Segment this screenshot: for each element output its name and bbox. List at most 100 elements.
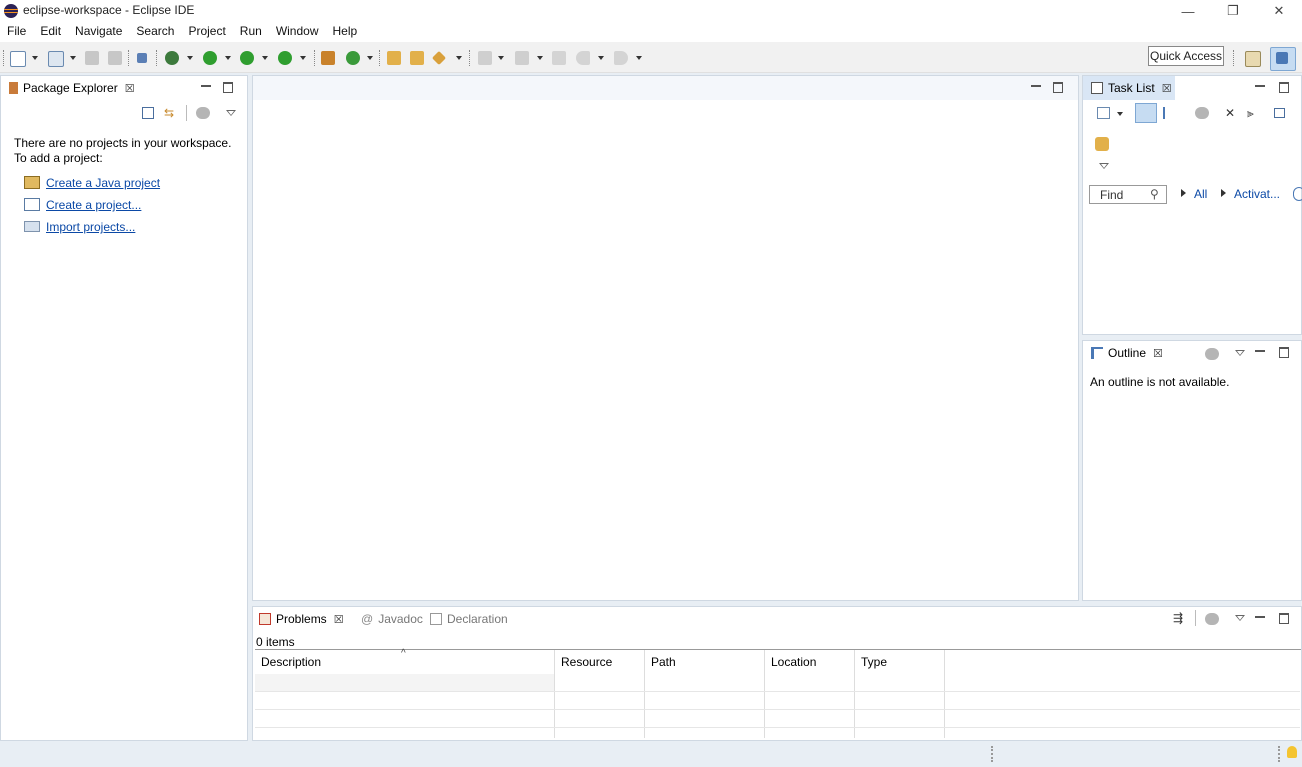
scroll-lock-icon[interactable]: ⇶ (1173, 612, 1187, 624)
column-header-type[interactable]: Type (861, 655, 887, 669)
menu-navigate[interactable]: Navigate (68, 22, 129, 42)
forward-dropdown-icon[interactable] (636, 56, 642, 60)
search-icon[interactable] (431, 50, 447, 66)
new-class-dropdown-icon[interactable] (367, 56, 373, 60)
maximize-view-icon[interactable] (223, 82, 233, 93)
collapse-all-icon[interactable] (142, 107, 154, 119)
expand-icon[interactable] (1099, 163, 1109, 169)
restore-button[interactable]: ❐ (1210, 0, 1256, 22)
focus-on-workweek-icon[interactable] (1195, 107, 1209, 119)
tab-problems[interactable]: Problems ☒ (253, 607, 353, 631)
tab-package-explorer[interactable]: Package Explorer ☒ (1, 76, 139, 100)
new-class-icon[interactable] (346, 51, 360, 65)
previous-annotation-dropdown-icon[interactable] (537, 56, 543, 60)
coverage-dropdown-icon[interactable] (262, 56, 268, 60)
table-row[interactable] (255, 674, 554, 691)
save-icon[interactable] (85, 51, 99, 65)
last-edit-location-icon[interactable] (552, 51, 566, 65)
tab-declaration[interactable]: Declaration (427, 607, 517, 631)
help-icon[interactable] (1293, 187, 1302, 201)
back-icon[interactable] (576, 51, 590, 65)
quick-access-input[interactable]: Quick Access (1148, 46, 1224, 66)
external-tools-icon[interactable] (278, 51, 292, 65)
minimize-view-icon[interactable] (201, 85, 211, 87)
forward-icon[interactable] (614, 51, 628, 65)
new-icon[interactable] (10, 51, 26, 67)
debug-dropdown-icon[interactable] (187, 56, 193, 60)
maximize-view-icon[interactable] (1279, 82, 1289, 93)
close-window-button[interactable]: ✕ (1256, 0, 1302, 22)
create-project-link[interactable]: Create a project... (46, 198, 141, 212)
column-header-location[interactable]: Location (771, 655, 816, 669)
menu-run[interactable]: Run (233, 22, 269, 42)
menu-help[interactable]: Help (326, 22, 365, 42)
column-header-resource[interactable]: Resource (561, 655, 612, 669)
minimize-editor-icon[interactable] (1031, 85, 1041, 87)
column-header-description[interactable]: Description (261, 655, 321, 669)
run-icon[interactable] (203, 51, 217, 65)
new-task-dropdown-icon[interactable] (1117, 112, 1123, 116)
minimize-view-icon[interactable] (1255, 616, 1265, 618)
close-icon[interactable]: ☒ (1162, 82, 1172, 95)
view-menu-icon[interactable] (1235, 615, 1245, 621)
minimize-button[interactable]: — (1165, 0, 1211, 22)
back-dropdown-icon[interactable] (598, 56, 604, 60)
save-all-icon[interactable] (108, 51, 122, 65)
previous-annotation-icon[interactable] (515, 51, 529, 65)
tab-javadoc[interactable]: @ Javadoc (357, 607, 427, 631)
maximize-editor-icon[interactable] (1053, 82, 1063, 93)
menu-search[interactable]: Search (129, 22, 181, 42)
focus-on-active-task-icon[interactable] (1205, 613, 1219, 625)
maximize-view-icon[interactable] (1279, 347, 1289, 358)
menu-file[interactable]: File (0, 22, 33, 42)
column-divider[interactable] (854, 650, 855, 738)
minimize-view-icon[interactable] (1255, 350, 1265, 352)
find-input[interactable]: Find ⚲ (1089, 185, 1167, 204)
collapse-all-icon[interactable] (1274, 108, 1285, 118)
column-divider[interactable] (554, 650, 555, 738)
open-perspective-icon[interactable] (1245, 51, 1261, 67)
new-type-dropdown-icon[interactable] (70, 56, 76, 60)
debug-icon[interactable] (165, 51, 179, 65)
view-menu-icon[interactable] (1235, 350, 1245, 356)
tab-task-list[interactable]: Task List ☒ (1083, 76, 1175, 100)
activate-task-link[interactable]: Activat... (1234, 187, 1280, 201)
external-tools-dropdown-icon[interactable] (300, 56, 306, 60)
hide-completed-icon[interactable]: ✕ (1225, 107, 1237, 119)
view-menu-icon[interactable] (226, 110, 236, 116)
scheduled-icon[interactable] (1163, 107, 1177, 119)
maximize-view-icon[interactable] (1279, 613, 1289, 624)
column-divider[interactable] (764, 650, 765, 738)
new-package-icon[interactable] (321, 51, 335, 65)
coverage-icon[interactable] (240, 51, 254, 65)
filter-all-link[interactable]: All (1194, 187, 1207, 201)
close-icon[interactable]: ☒ (125, 82, 135, 95)
search-dropdown-icon[interactable] (456, 56, 462, 60)
menu-window[interactable]: Window (269, 22, 326, 42)
tab-outline[interactable]: Outline ☒ (1083, 341, 1171, 365)
menu-edit[interactable]: Edit (33, 22, 68, 42)
lightbulb-icon[interactable] (1287, 746, 1297, 758)
import-projects-link[interactable]: Import projects... (46, 220, 135, 234)
categorized-icon[interactable] (1135, 103, 1157, 123)
create-java-project-link[interactable]: Create a Java project (46, 176, 160, 190)
new-task-icon[interactable] (1097, 107, 1110, 119)
open-type-icon[interactable] (387, 51, 401, 65)
column-header-path[interactable]: Path (651, 655, 676, 669)
column-divider[interactable] (644, 650, 645, 738)
focus-on-active-task-icon[interactable] (1205, 348, 1219, 360)
next-annotation-dropdown-icon[interactable] (498, 56, 504, 60)
close-icon[interactable]: ☒ (1153, 347, 1163, 360)
new-type-icon[interactable] (48, 51, 64, 67)
focus-on-active-task-icon[interactable] (196, 107, 210, 119)
new-dropdown-icon[interactable] (32, 56, 38, 60)
minimize-view-icon[interactable] (1255, 85, 1265, 87)
synchronize-icon[interactable]: ⫸ (1247, 107, 1261, 119)
open-task-icon[interactable] (410, 51, 424, 65)
column-divider[interactable] (944, 650, 945, 738)
menu-project[interactable]: Project (181, 22, 232, 42)
skip-breakpoints-icon[interactable] (137, 53, 147, 63)
next-annotation-icon[interactable] (478, 51, 492, 65)
close-icon[interactable]: ☒ (334, 613, 344, 626)
run-dropdown-icon[interactable] (225, 56, 231, 60)
